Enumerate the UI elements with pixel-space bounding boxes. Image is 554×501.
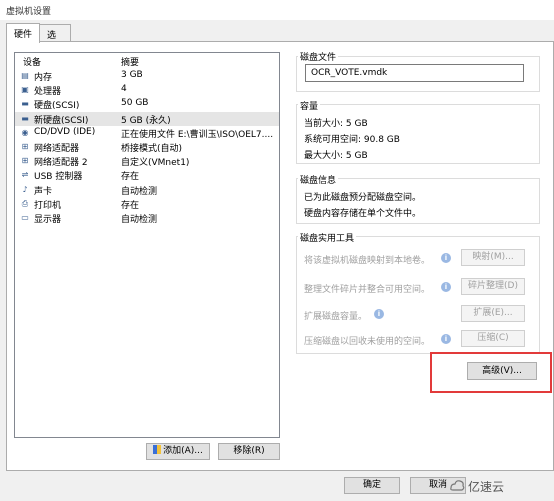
device-summary: 3 GB [121,70,143,80]
vm-settings-window: 虚拟机设置 硬件 选项 设备 摘要 ▤ 内存 3 GB ▣ 处理器 4 ▬ 硬盘(SCSI) 5… [0,0,554,501]
device-list[interactable]: 设备 摘要 ▤ 内存 3 GB ▣ 处理器 4 ▬ 硬盘(SCSI) 50 GB ▬ 新硬盘(SCS… [14,52,280,438]
defrag-button[interactable]: 碎片整理(D) [461,278,525,295]
network-icon: ⊞ [21,156,29,166]
disk-tools-label: 磁盘实用工具 [298,231,357,244]
device-list-header: 设备 摘要 [15,53,279,69]
device-name: 网络适配器 2 [34,158,88,169]
cpu-icon: ▣ [21,85,29,95]
device-summary: 存在 [121,200,140,211]
device-summary: 桥接模式(自动) [121,144,183,154]
column-device[interactable]: 设备 [23,55,41,68]
remove-device-button[interactable]: 移除(R) [218,443,280,460]
device-name: 网络适配器 [34,144,80,154]
sound-icon: ♪ [22,184,28,194]
device-row[interactable]: ♪ 声卡 自动检测 [15,183,279,197]
device-name: CD/DVD (IDE) [34,126,96,137]
usb-icon: ⇌ [21,170,29,180]
device-name: 新硬盘(SCSI) [34,115,89,126]
device-summary: 自动检测 [121,186,158,197]
tab-options[interactable]: 选项 [39,24,71,54]
info-icon[interactable]: i [441,253,451,263]
expand-description: 扩展磁盘容量。 [304,312,368,322]
memory-icon: ▤ [21,71,29,80]
window-title: 虚拟机设置 [6,7,52,17]
cd-icon: ◉ [21,127,29,137]
printer-icon: ⎙ [21,198,29,208]
info-icon[interactable]: i [374,309,384,319]
map-button[interactable]: 映射(M)... [461,249,525,266]
device-row[interactable]: ⎙ 打印机 存在 [15,197,279,211]
disk-icon: ▬ [21,99,29,109]
device-row[interactable]: ⇌ USB 控制器 存在 [15,168,279,182]
current-size-text: 当前大小: 5 GB [304,119,368,129]
device-name: USB 控制器 [34,172,83,183]
device-summary: 自动检测 [121,215,158,225]
compact-button[interactable]: 压缩(C) [461,330,525,347]
disk-info-line1: 已为此磁盘预分配磁盘空间。 [304,193,422,203]
cloud-logo-icon [450,480,465,491]
network-icon: ⊞ [21,142,29,151]
info-icon[interactable]: i [441,334,451,344]
capacity-label: 容量 [298,99,321,112]
title-bar: 虚拟机设置 [0,0,554,20]
device-summary: 正在使用文件 E:\曹训玉\ISO\OEL7.... [121,129,274,140]
defrag-description: 整理文件碎片并整合可用空间。 [304,285,431,295]
device-row[interactable]: ▤ 内存 3 GB [15,69,279,83]
device-name: 内存 [34,73,53,83]
device-name: 声卡 [34,186,53,197]
device-name: 打印机 [34,200,62,211]
device-name: 显示器 [34,215,62,225]
max-size-text: 最大大小: 5 GB [304,151,368,161]
column-summary[interactable]: 摘要 [121,55,139,68]
device-row[interactable]: ▬ 硬盘(SCSI) 50 GB [15,97,279,111]
map-description: 将该虚拟机磁盘映射到本地卷。 [304,256,431,266]
info-icon[interactable]: i [441,282,451,292]
device-name: 处理器 [34,87,62,98]
device-summary: 存在 [121,172,140,183]
device-summary: 50 GB [121,98,149,109]
add-device-label: 添加(A)... [163,446,203,456]
disk-file-label: 磁盘文件 [298,50,339,63]
free-space-text: 系统可用空间: 90.8 GB [304,135,400,145]
watermark-text: 亿速云 [468,480,505,494]
device-summary: 自定义(VMnet1) [121,158,190,169]
device-row[interactable]: ▭ 显示器 自动检测 [15,211,279,225]
device-summary: 4 [121,84,127,95]
shield-icon [153,445,162,454]
expand-button[interactable]: 扩展(E)... [461,305,525,322]
disk-info-line2: 硬盘内容存储在单个文件中。 [304,209,422,219]
device-row[interactable]: ⊞ 网络适配器 桥接模式(自动) [15,140,279,154]
display-icon: ▭ [21,213,29,222]
device-name: 硬盘(SCSI) [34,101,80,112]
disk-icon: ▬ [21,113,29,123]
device-row[interactable]: ▣ 处理器 4 [15,83,279,97]
tab-hardware[interactable]: 硬件 [6,23,40,43]
compact-description: 压缩磁盘以回收未使用的空间。 [304,337,431,347]
add-device-button[interactable]: 添加(A)... [146,443,210,460]
disk-info-label: 磁盘信息 [298,173,339,186]
device-row[interactable]: ▬ 新硬盘(SCSI) 5 GB (永久) [15,111,279,126]
ok-button[interactable]: 确定 [344,477,400,494]
disk-file-field[interactable]: OCR_VOTE.vmdk [305,64,524,82]
device-row[interactable]: ⊞ 网络适配器 2 自定义(VMnet1) [15,154,279,168]
highlight-box [430,352,552,393]
device-row[interactable]: ◉ CD/DVD (IDE) 正在使用文件 E:\曹训玉\ISO\OEL7.... [15,126,279,140]
device-summary: 5 GB (永久) [121,115,171,126]
